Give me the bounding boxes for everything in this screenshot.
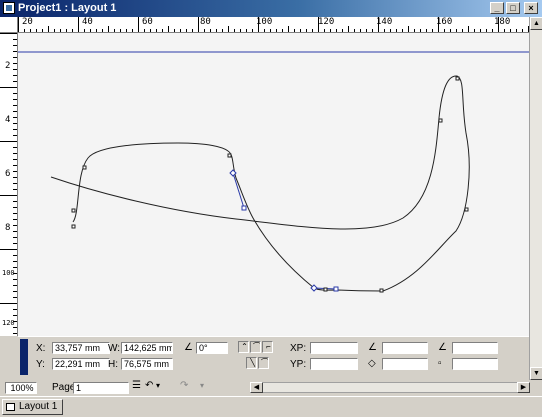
angle-icon: ∠ [368,342,377,353]
width-field[interactable]: 142,625 mm [121,342,173,354]
ruler-v-label: 4 [5,115,11,125]
close-button[interactable]: × [524,2,538,14]
maximize-button[interactable]: □ [506,2,520,14]
corner-point-icon[interactable]: ⌃ [238,341,249,353]
page-menu-icon[interactable]: ☰ [132,380,141,391]
y-label: Y: [36,359,45,370]
ruler-h-label: 180 [494,17,511,27]
ruler-v-label: 8 [5,223,11,233]
x-field[interactable]: 33,757 mm [52,342,110,354]
y-field[interactable]: 22,291 mm [52,358,110,370]
app-window: Project1 : Layout 1 _ □ × 20 40 60 80 10… [0,0,542,417]
ruler-h-label: 160 [436,17,453,27]
ruler-h-label: 20 [22,17,33,27]
anchor-point[interactable] [71,208,76,213]
ruler-v-label: 100 [2,269,15,277]
angle-icon: ∠ [438,342,447,353]
scroll-left-button[interactable]: ◀ [250,382,263,393]
square-icon: ▫ [438,358,442,369]
xp-label: XP: [290,343,307,354]
handle-length-field[interactable] [452,358,498,370]
x-label: X: [36,343,46,354]
palette-grip[interactable] [20,339,28,375]
ruler-origin[interactable] [0,17,18,33]
h-label: H: [108,359,118,370]
anchor-point[interactable] [71,224,76,229]
ruler-h-label: 120 [318,17,335,27]
chevron-down-icon[interactable]: ▾ [200,381,204,390]
control-point-handle[interactable] [241,205,247,211]
angle-field[interactable]: 0° [196,342,228,354]
chevron-down-icon[interactable]: ▾ [156,381,160,390]
vertical-scrollbar[interactable]: ▲ ▼ [529,17,542,380]
scroll-right-button[interactable]: ▶ [517,382,530,393]
page-field[interactable]: 1 [73,382,129,394]
point-length-field[interactable] [382,358,428,370]
anchor-point[interactable] [455,76,460,81]
angle-icon: ∠ [184,342,193,353]
layout-tab-bar: Layout 1 [0,396,542,417]
ruler-v-label: 120 [2,319,15,327]
window-title: Project1 : Layout 1 [18,2,117,14]
symmetric-point-icon[interactable]: ⌐ [262,341,273,353]
ruler-h-label: 60 [142,17,153,27]
ruler-h-label: 100 [256,17,273,27]
scroll-down-button[interactable]: ▼ [530,367,542,380]
ruler-h-label: 140 [376,17,393,27]
point-angle-field[interactable] [382,342,428,354]
anchor-point[interactable] [464,207,469,212]
horizontal-scrollbar[interactable]: ◀ ▶ [250,382,530,393]
control-handle-line [232,172,245,209]
vertical-ruler[interactable]: 2 4 6 8 100 120 [0,33,18,336]
tab-layout-1[interactable]: Layout 1 [2,399,64,415]
straight-segment-icon[interactable]: ╲ [246,357,257,369]
diamond-icon: ◇ [368,358,376,369]
title-bar: Project1 : Layout 1 _ □ × [0,0,542,17]
minimize-button[interactable]: _ [490,2,504,14]
yp-field[interactable] [310,358,358,370]
anchor-point[interactable] [379,288,384,293]
layout-icon [6,403,15,411]
ruler-h-label: 40 [82,17,93,27]
tab-label: Layout 1 [19,401,58,412]
smooth-point-icon[interactable]: ⌒ [250,341,261,353]
ruler-v-label: 6 [5,169,11,179]
curved-segment-icon[interactable]: ⌒ [258,357,269,369]
control-point-handle[interactable] [333,286,339,292]
ruler-v-label: 2 [5,61,11,71]
layout-icon [3,2,15,14]
undo-icon[interactable]: ↶ [145,380,153,391]
yp-label: YP: [290,359,307,370]
horizontal-ruler[interactable]: 20 40 60 80 100 120 140 160 180 [18,17,529,33]
height-field[interactable]: 76,575 mm [121,358,173,370]
redo-icon[interactable]: ↷ [180,380,188,391]
anchor-point[interactable] [227,153,232,158]
xp-field[interactable] [310,342,358,354]
ruler-h-label: 80 [200,17,211,27]
bezier-path[interactable] [50,75,470,292]
w-label: W: [108,343,121,354]
anchor-point[interactable] [438,118,443,123]
anchor-point[interactable] [323,287,328,292]
anchor-point[interactable] [82,165,87,170]
scroll-up-button[interactable]: ▲ [530,17,542,30]
handle-angle-field[interactable] [452,342,498,354]
measurements-palette: X: 33,757 mm Y: 22,291 mm W: 142,625 mm … [18,336,529,378]
layout-canvas[interactable] [18,33,529,336]
zoom-field[interactable]: 100% [5,382,37,394]
